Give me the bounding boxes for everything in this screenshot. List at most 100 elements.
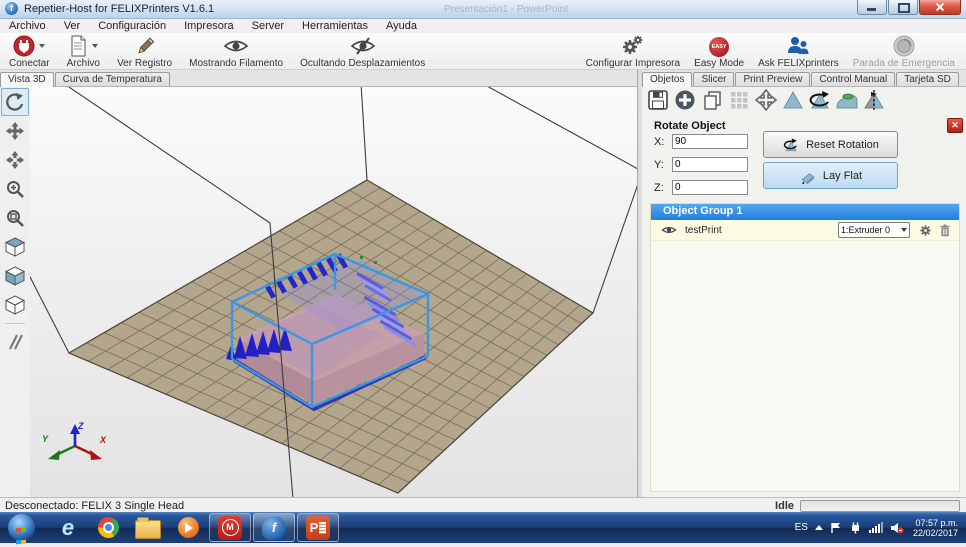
taskbar-repetier-host[interactable]: f (253, 513, 295, 542)
windows-taskbar: e M f P ES 07:57 p.m. 22/02/2017 (0, 512, 966, 543)
easy-mode-button[interactable]: EASY Easy Mode (687, 34, 751, 70)
connect-button[interactable]: Conectar (2, 34, 57, 70)
objects-list: Object Group 1 testPrint 1:Extruder 0 (650, 203, 960, 492)
printer-settings-button[interactable]: Configurar Impresora (579, 34, 687, 70)
taskbar-makerbot[interactable]: M (209, 513, 251, 542)
folder-icon (135, 520, 161, 539)
axis-y-label: Y (42, 434, 49, 444)
center-object-icon (755, 89, 777, 111)
menu-impresora[interactable]: Impresora (175, 20, 243, 32)
menu-configuracion[interactable]: Configuración (89, 20, 175, 32)
rotate-panel-title: Rotate Object (654, 120, 726, 132)
object-settings-gear-icon[interactable] (919, 224, 932, 237)
move-view-button[interactable] (1, 117, 29, 145)
show-log-button[interactable]: Ver Registro (110, 34, 179, 70)
menu-ayuda[interactable]: Ayuda (377, 20, 426, 32)
power-plug-icon[interactable] (849, 522, 862, 534)
load-file-button[interactable]: Archivo (60, 34, 107, 70)
menu-server[interactable]: Server (243, 20, 293, 32)
internet-explorer-icon: e (62, 515, 74, 541)
front-view-button[interactable] (1, 262, 29, 290)
tab-objetos[interactable]: Objetos (642, 72, 692, 87)
object-row[interactable]: testPrint 1:Extruder 0 (651, 220, 959, 241)
axis-x-label: X (99, 435, 107, 445)
tab-tarjeta-sd[interactable]: Tarjeta SD (896, 72, 959, 86)
copy-object-button[interactable] (698, 87, 725, 113)
connect-dropdown-caret[interactable] (39, 44, 45, 48)
cut-object-button[interactable] (860, 87, 887, 113)
app-icon: f (5, 2, 18, 15)
close-button[interactable] (919, 0, 961, 15)
menu-herramientas[interactable]: Herramientas (293, 20, 377, 32)
show-filament-button[interactable]: Mostrando Filamento (182, 34, 290, 70)
tab-curva-temperatura[interactable]: Curva de Temperatura (55, 72, 170, 86)
clock[interactable]: 07:57 p.m. 22/02/2017 (913, 518, 958, 538)
lay-flat-button-glyph (799, 168, 817, 184)
taskbar-powerpoint[interactable]: P (297, 513, 339, 542)
windows-flag-icon (16, 523, 28, 533)
rotate-object-button[interactable] (806, 87, 833, 113)
top-view-button[interactable] (1, 291, 29, 319)
add-object-button[interactable] (671, 87, 698, 113)
cut-object-icon (862, 89, 886, 111)
lay-flat-button[interactable]: Lay Flat (763, 162, 898, 189)
center-object-button[interactable] (752, 87, 779, 113)
ask-felixprinters-button[interactable]: Ask FELIXprinters (751, 34, 846, 70)
zoom-fit-button[interactable] (1, 204, 29, 232)
eye-slash-icon (350, 35, 376, 57)
powerpoint-icon: P (306, 516, 330, 540)
language-indicator[interactable]: ES (795, 522, 808, 533)
object-toolbar (644, 87, 887, 115)
rotate-y-input[interactable] (672, 157, 748, 172)
main-toolbar: Conectar Archivo Ver Registro Mostrando … (0, 33, 966, 70)
move-object-button[interactable] (1, 146, 29, 174)
gears-icon (620, 35, 646, 57)
menu-ver[interactable]: Ver (55, 20, 90, 32)
visibility-eye-icon[interactable] (661, 224, 677, 236)
delete-object-trash-icon[interactable] (939, 224, 951, 237)
save-button[interactable] (644, 87, 671, 113)
rail-separator (5, 323, 25, 324)
rotate-x-input[interactable] (672, 134, 748, 149)
tab-control-manual[interactable]: Control Manual (811, 72, 895, 86)
move-view-icon (5, 121, 25, 141)
action-center-flag-icon[interactable] (830, 522, 842, 534)
reset-rotation-icon (782, 137, 800, 153)
file-dropdown-caret[interactable] (92, 44, 98, 48)
viewport-3d[interactable]: Y Z X (30, 87, 637, 497)
rotate-x-row: X: (654, 134, 748, 149)
rotate-z-input[interactable] (672, 180, 748, 195)
menu-archivo[interactable]: Archivo (0, 20, 55, 32)
rotate-panel-close-button[interactable]: ✕ (947, 118, 963, 133)
taskbar-chrome[interactable] (88, 514, 128, 541)
taskbar-explorer[interactable] (128, 514, 168, 541)
parallel-projection-button[interactable] (1, 328, 29, 356)
tab-slicer[interactable]: Slicer (693, 72, 734, 86)
volume-muted-icon[interactable] (890, 522, 904, 534)
tab-vista-3d[interactable]: Vista 3D (0, 72, 54, 87)
pencil-icon (134, 35, 156, 57)
tab-print-preview[interactable]: Print Preview (735, 72, 810, 86)
lay-flat-button-icon[interactable] (833, 87, 860, 113)
network-signal-icon[interactable] (869, 522, 883, 533)
isometric-view-button[interactable] (1, 233, 29, 261)
window-title: Repetier-Host for FELIXPrinters V1.6.1 (24, 3, 214, 15)
rotate-z-label: Z: (654, 182, 672, 194)
reset-rotation-button[interactable]: Reset Rotation (763, 131, 898, 158)
taskbar-media-player[interactable] (168, 514, 208, 541)
object-group-header[interactable]: Object Group 1 (651, 204, 959, 220)
hide-travel-button[interactable]: Ocultando Desplazamientos (293, 34, 432, 70)
rotate-view-button[interactable] (1, 88, 29, 116)
maximize-button[interactable] (888, 0, 918, 15)
start-button[interactable] (8, 514, 35, 541)
show-hidden-icons-button[interactable] (815, 525, 823, 530)
background-window-title: Presentación1 - PowerPoint (444, 4, 568, 15)
zoom-in-button[interactable] (1, 175, 29, 203)
plug-icon (13, 35, 35, 57)
scale-object-button[interactable] (779, 87, 806, 113)
front-view-icon (4, 265, 26, 287)
media-player-icon (178, 517, 199, 538)
extruder-select[interactable]: 1:Extruder 0 (838, 222, 910, 238)
taskbar-internet-explorer[interactable]: e (48, 514, 88, 541)
minimize-button[interactable] (857, 0, 887, 15)
